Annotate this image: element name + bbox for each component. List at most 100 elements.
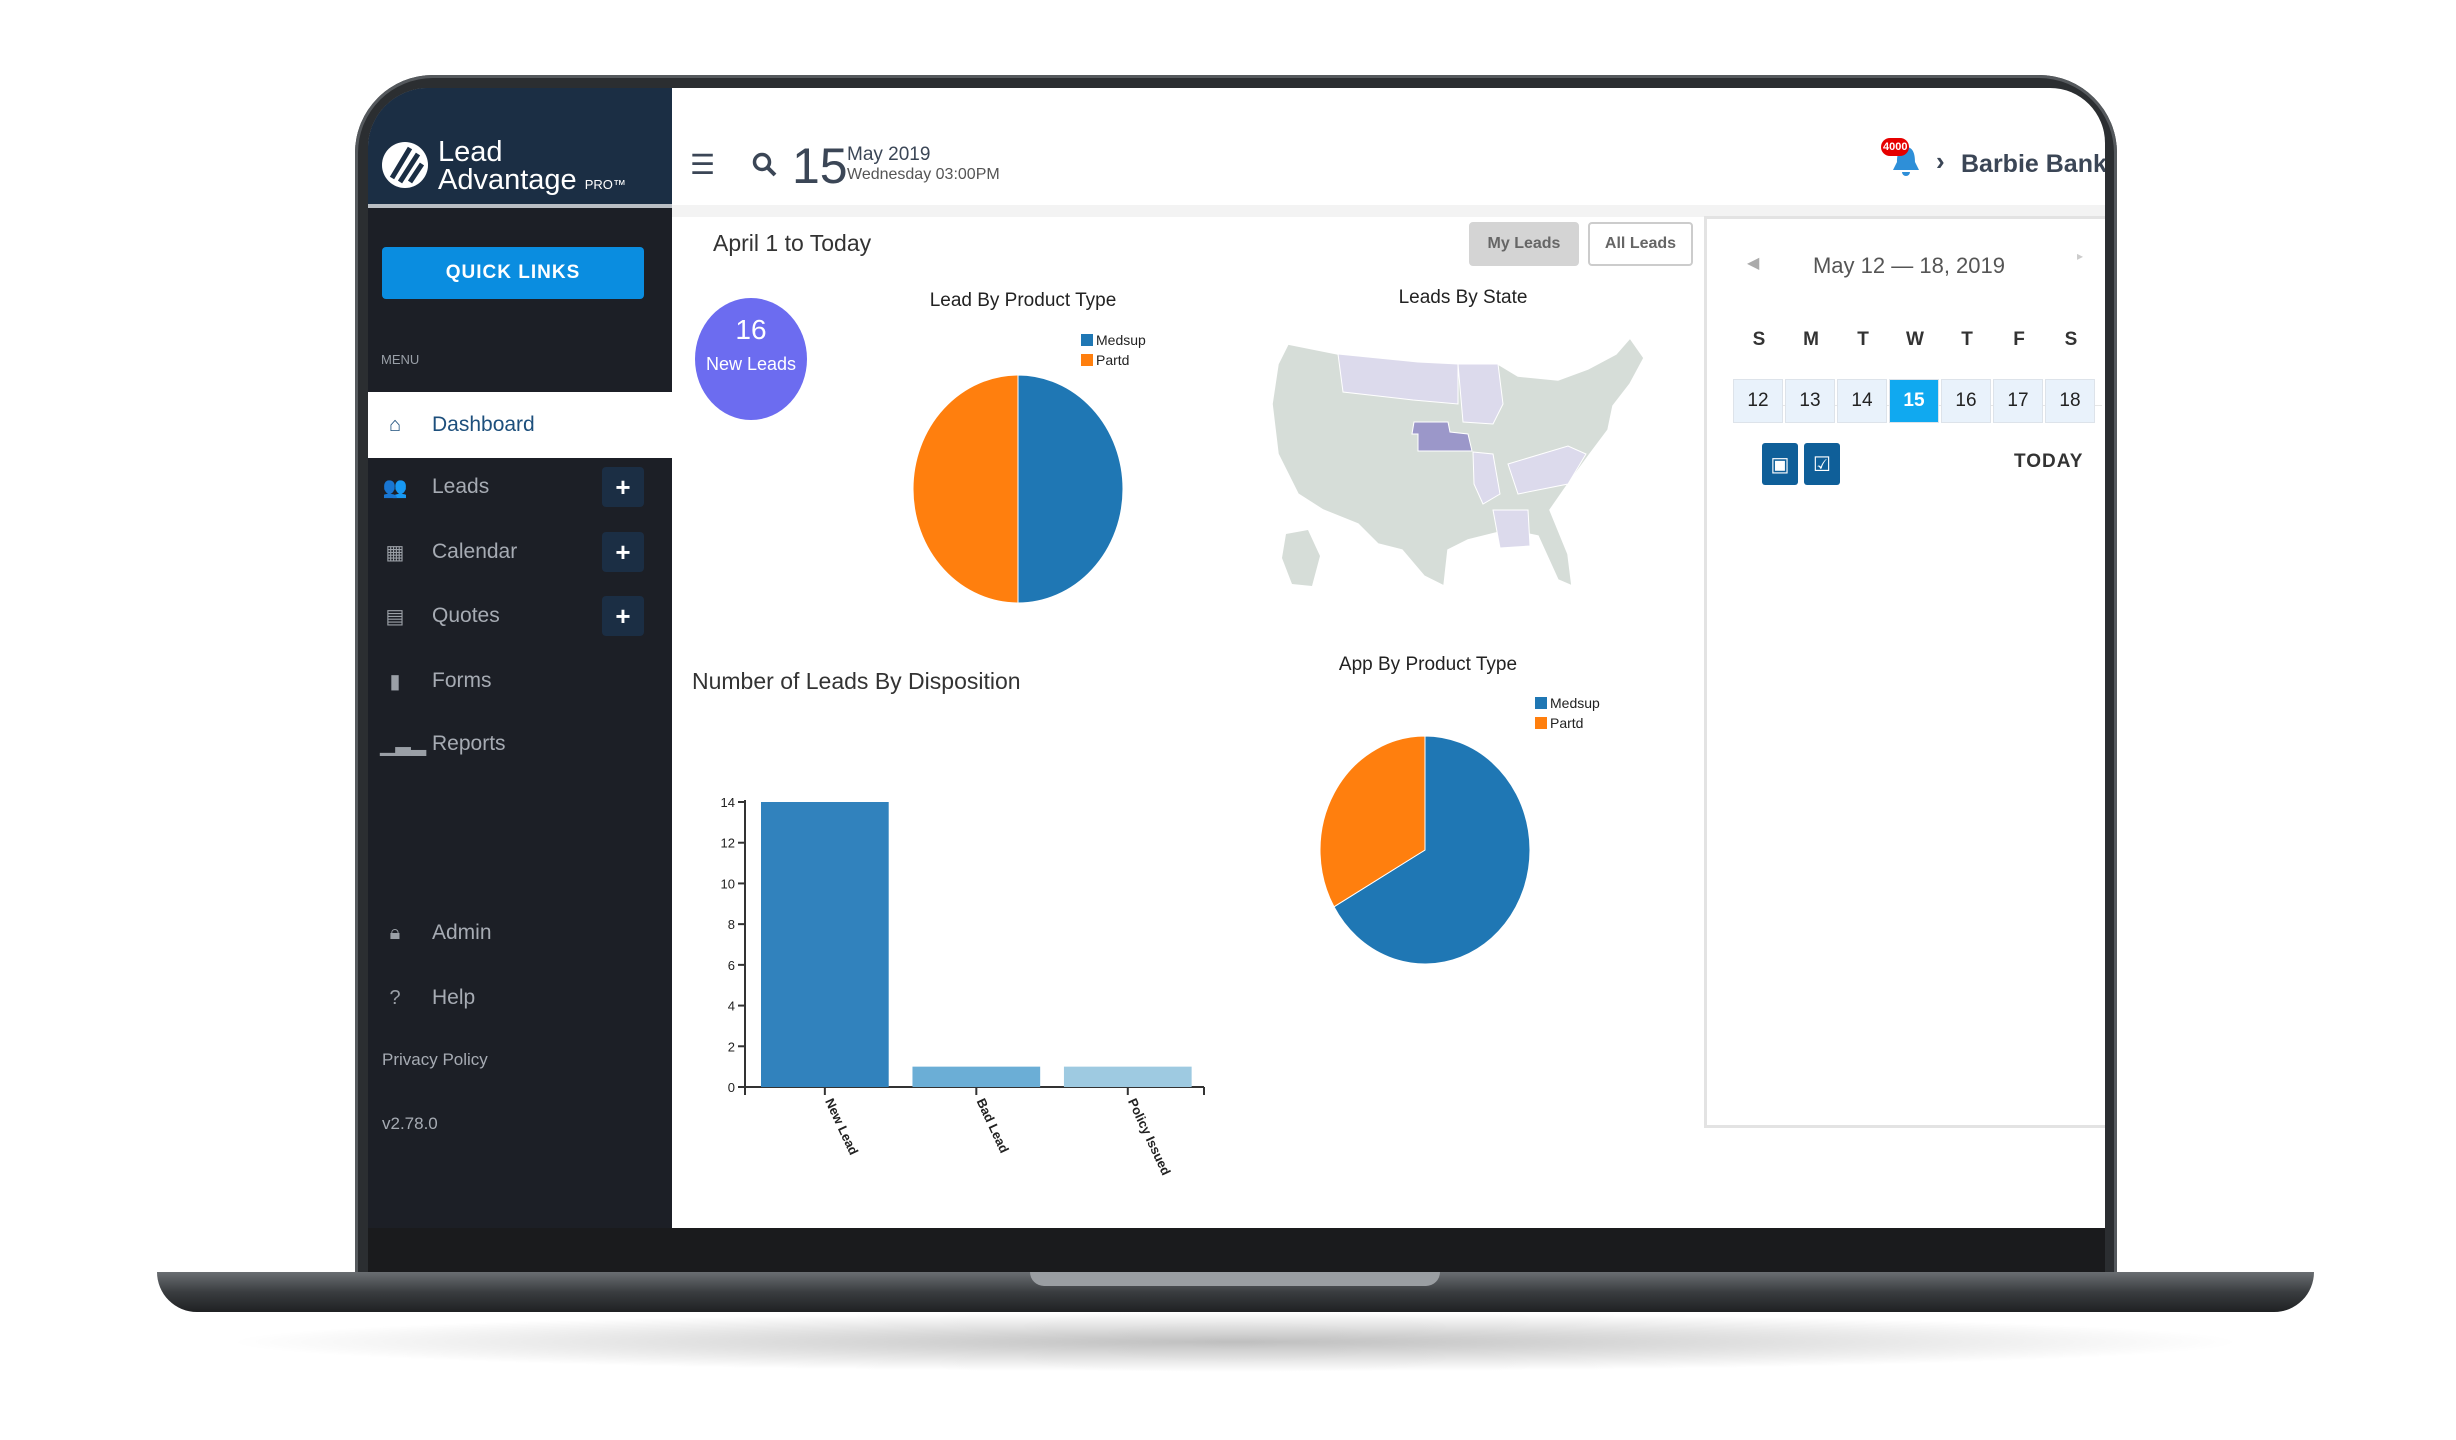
- add-quote-button[interactable]: +: [602, 596, 644, 636]
- chart-title: Leads By State: [1398, 287, 1528, 308]
- legend-item: Partd: [1081, 350, 1146, 370]
- map-state-light: [1457, 363, 1504, 425]
- next-week-button[interactable]: ▸: [2077, 249, 2083, 263]
- map-state-light: [1492, 509, 1531, 549]
- sidebar-item-leads[interactable]: 👥 Leads +: [368, 454, 672, 520]
- date-range-label: April 1 to Today: [713, 230, 872, 256]
- logo[interactable]: Lead Advantage PRO™: [368, 88, 672, 208]
- sidebar-item-help[interactable]: ? Help: [368, 965, 672, 1031]
- sidebar-item-label: Admin: [432, 921, 492, 944]
- chart-legend: Medsup Partd: [1535, 693, 1600, 733]
- lock-icon: 🔒︎: [389, 921, 401, 944]
- x-tick-label: New Lead: [822, 1096, 861, 1157]
- users-icon: 👥: [382, 476, 408, 499]
- new-leads-label: New Leads: [705, 354, 797, 374]
- pie-slice-medsup: [1017, 374, 1124, 604]
- day-of-week: T: [1857, 329, 1869, 350]
- calendar-day[interactable]: 14: [1837, 379, 1887, 423]
- home-icon: ⌂: [388, 413, 402, 436]
- calendar-day[interactable]: 18: [2045, 379, 2095, 423]
- pie-slice-partd: [912, 374, 1019, 604]
- hamburger-menu-icon[interactable]: ☰: [690, 148, 715, 181]
- new-leads-badge[interactable]: 16 New Leads: [695, 298, 807, 420]
- laptop-shadow: [220, 1312, 2250, 1372]
- sidebar-item-label: Calendar: [432, 540, 518, 563]
- bar-bad-lead: [912, 1066, 1041, 1087]
- week-calendar: ◀ May 12 — 18, 2019 ▸ SMTWTFS 12 13 14 15 16…: [1704, 216, 2105, 1128]
- privacy-policy-link[interactable]: Privacy Policy: [382, 1050, 488, 1070]
- menu-label: MENU: [381, 352, 420, 367]
- add-calendar-button[interactable]: +: [602, 532, 644, 572]
- y-tick-label: 0: [728, 1080, 735, 1095]
- calendar-view-icon[interactable]: ▣: [1762, 443, 1798, 485]
- help-icon: ?: [389, 986, 401, 1009]
- chart-title: App By Product Type: [1338, 654, 1518, 675]
- calculator-icon: ▤: [385, 605, 405, 628]
- day-of-week: T: [1961, 329, 1973, 350]
- bar-chart-disposition: 0 2 4 6 8 10 12 14 New Lead Bad Lead Policy Issued: [721, 795, 1205, 1178]
- logo-icon: [382, 142, 428, 188]
- sidebar-item-quotes[interactable]: ▤ Quotes +: [368, 583, 672, 649]
- chart-title: Lead By Product Type: [929, 290, 1117, 311]
- laptop-bezel: [368, 1226, 2105, 1276]
- user-name[interactable]: Barbie Bank: [1961, 150, 2105, 179]
- version-label: v2.78.0: [382, 1114, 438, 1133]
- sidebar-item-forms[interactable]: ▮ Forms: [368, 648, 672, 714]
- y-tick-label: 14: [721, 795, 735, 810]
- chart-title: Number of Leads By Disposition: [692, 668, 1021, 694]
- sidebar-item-label: Help: [432, 986, 476, 1009]
- notifications-button[interactable]: 4000: [1881, 138, 1923, 178]
- sidebar: Lead Advantage PRO™ QUICK LINKS MENU ⌂ Das…: [368, 88, 672, 1228]
- bar-policy-issued: [1063, 1066, 1192, 1087]
- day-of-week: S: [2064, 329, 2078, 350]
- y-tick-label: 2: [728, 1039, 735, 1054]
- today-button[interactable]: TODAY: [2014, 451, 2083, 473]
- y-tick-label: 10: [721, 876, 735, 891]
- search-icon[interactable]: [752, 152, 778, 178]
- task-check-icon[interactable]: ☑: [1804, 443, 1840, 485]
- logo-suffix: PRO™: [584, 177, 626, 192]
- y-tick-label: 6: [728, 958, 735, 973]
- file-icon: ▮: [389, 670, 401, 693]
- y-tick-label: 12: [721, 836, 735, 851]
- logo-line1: Lead: [438, 136, 503, 168]
- sidebar-item-label: Dashboard: [432, 413, 535, 436]
- x-tick-label: Policy Issued: [1125, 1096, 1174, 1178]
- chevron-right-icon: ›: [1936, 146, 1945, 176]
- sidebar-item-admin[interactable]: 🔒︎ Admin: [368, 900, 672, 966]
- day-of-week: S: [1752, 329, 1766, 350]
- header-month-year: May 2019: [847, 144, 931, 165]
- sidebar-item-reports[interactable]: ▁▃▂ Reports: [368, 711, 672, 777]
- my-leads-button[interactable]: My Leads: [1469, 222, 1579, 266]
- sidebar-item-label: Reports: [432, 732, 506, 755]
- legend-item: Medsup: [1535, 693, 1600, 713]
- add-lead-button[interactable]: +: [602, 467, 644, 507]
- logo-line2: Advantage: [438, 164, 577, 196]
- pie-chart-lead-by-product: [912, 374, 1124, 604]
- legend-item: Medsup: [1081, 330, 1146, 350]
- calendar-range: May 12 — 18, 2019: [1812, 253, 2005, 278]
- us-map[interactable]: [1268, 334, 1658, 604]
- day-of-week: M: [1803, 329, 1819, 350]
- y-tick-label: 4: [728, 999, 735, 1014]
- sidebar-item-dashboard[interactable]: ⌂ Dashboard: [368, 392, 672, 458]
- notification-badge: 4000: [1881, 138, 1910, 156]
- header-day: 15: [792, 138, 848, 194]
- sidebar-item-label: Forms: [432, 669, 492, 692]
- calendar-day[interactable]: 17: [1993, 379, 2043, 423]
- calendar-day[interactable]: 13: [1785, 379, 1835, 423]
- pie-chart-app-by-product: [1319, 735, 1531, 965]
- x-tick-label: Bad Lead: [974, 1096, 1012, 1155]
- legend-item: Partd: [1535, 713, 1600, 733]
- laptop-notch: [1030, 1272, 1440, 1286]
- all-leads-button[interactable]: All Leads: [1588, 222, 1693, 266]
- calendar-day[interactable]: 15: [1889, 379, 1939, 423]
- quick-links-button[interactable]: QUICK LINKS: [382, 247, 644, 299]
- calendar-day[interactable]: 12: [1733, 379, 1783, 423]
- y-tick-label: 8: [728, 917, 735, 932]
- bar-new-lead: [761, 802, 889, 1087]
- bar-chart-icon: ▁▃▂: [380, 733, 427, 756]
- app-screen: Lead Advantage PRO™ QUICK LINKS MENU ⌂ Das…: [368, 88, 2105, 1228]
- sidebar-item-calendar[interactable]: ▦ Calendar +: [368, 519, 672, 585]
- calendar-day[interactable]: 16: [1941, 379, 1991, 423]
